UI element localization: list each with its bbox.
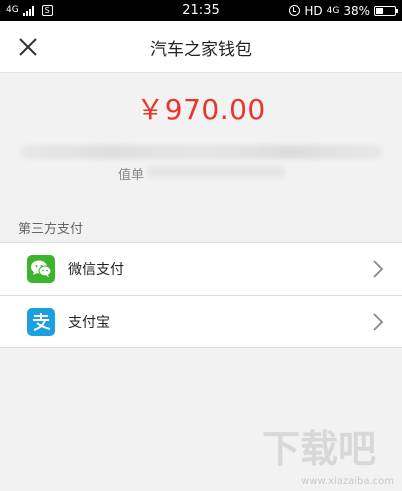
order-label: 值单 (118, 168, 145, 183)
status-bar: 4G S 21:35 HD 4G 38% (0, 0, 402, 21)
page-title: 汽车之家钱包 (150, 40, 252, 60)
signal-icon (22, 5, 34, 16)
blurred-info (20, 145, 382, 159)
watermark-logo: 下载吧 (262, 420, 382, 472)
sim-icon: S (41, 5, 53, 16)
alarm-icon (289, 5, 301, 16)
network-type-right: 4G (326, 5, 340, 16)
alipay-icon (27, 307, 55, 336)
hd-label: HD (304, 3, 323, 18)
section-title: 第三方支付 (18, 222, 84, 237)
alipay-label: 支付宝 (68, 314, 110, 331)
payment-method-list: 微信支付 支付宝 (0, 242, 402, 348)
network-type: 4G (6, 5, 19, 15)
chevron-right-icon (373, 313, 384, 331)
wechat-icon (27, 255, 55, 283)
battery-percent: 38% (343, 3, 370, 18)
wechat-pay-option[interactable]: 微信支付 (0, 243, 402, 295)
status-right: HD 4G 38% (289, 0, 398, 21)
status-left: 4G S (6, 5, 53, 16)
payment-amount: ￥970.00 (136, 93, 266, 126)
chevron-right-icon (373, 260, 384, 278)
watermark-url: www.xiazaiba.com (301, 476, 394, 487)
battery-icon (374, 5, 398, 16)
header: 汽车之家钱包 (0, 21, 402, 73)
alipay-option[interactable]: 支付宝 (0, 295, 402, 347)
svg-text:下载吧: 下载吧 (262, 427, 376, 471)
wechat-pay-label: 微信支付 (68, 262, 124, 278)
blurred-order-number (146, 166, 286, 178)
